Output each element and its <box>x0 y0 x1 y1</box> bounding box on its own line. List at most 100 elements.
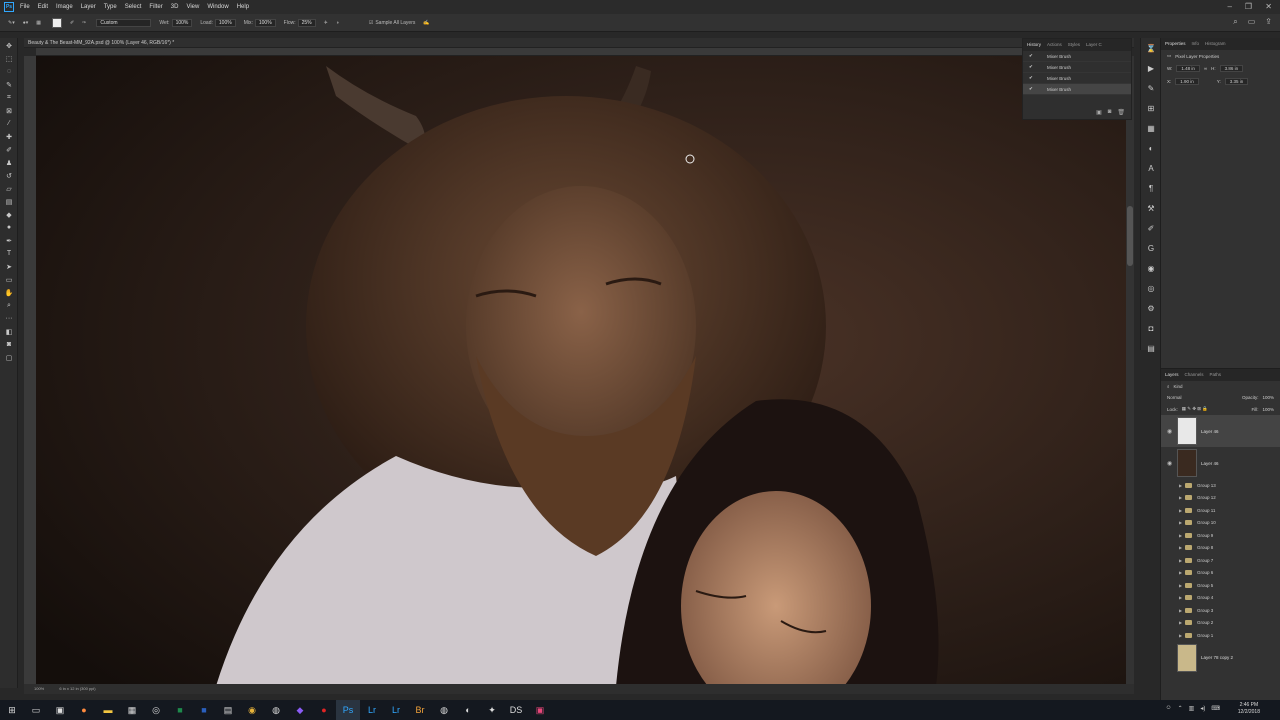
close-icon[interactable]: ✕ <box>1265 2 1272 11</box>
clock[interactable]: 2:46 PM 12/2/2018 <box>1238 702 1260 716</box>
document-tab[interactable]: Beauty & The Beast-MM_92A.psd @ 100% (La… <box>24 38 1134 48</box>
brush-settings-icon[interactable]: ✐ <box>1141 218 1161 238</box>
share-icon[interactable]: ⇪ <box>1265 17 1272 27</box>
app-icon[interactable]: ▣ <box>528 700 552 720</box>
chevron-right-icon[interactable]: ▶ <box>1179 545 1182 550</box>
preset-select[interactable]: Custom <box>94 18 152 27</box>
layer-group-row[interactable]: ▶ Group 4 <box>1161 592 1280 605</box>
lasso-tool-icon[interactable]: ◌ <box>0 66 18 77</box>
history-item-selected[interactable]: ✔ Mixer Brush <box>1023 84 1131 95</box>
bridge-icon[interactable]: Br <box>408 700 432 720</box>
layer-group-row[interactable]: ▶ Group 13 <box>1161 479 1280 492</box>
keyboard-icon[interactable]: ⌨ <box>1211 705 1220 712</box>
menu-window[interactable]: Window <box>207 4 228 10</box>
app-icon[interactable]: ◆ <box>288 700 312 720</box>
history-item[interactable]: ✔ Mixer Brush <box>1023 51 1131 62</box>
chevron-right-icon[interactable]: ▶ <box>1179 483 1182 488</box>
tab-layers[interactable]: Layers <box>1165 372 1179 378</box>
history-item[interactable]: ✔ Mixer Brush <box>1023 62 1131 73</box>
chrome-icon[interactable]: ◉ <box>240 700 264 720</box>
paragraph-icon[interactable]: ¶ <box>1141 178 1161 198</box>
brush-panel-icon[interactable]: ▦ <box>36 20 41 26</box>
character-icon[interactable]: A <box>1141 158 1161 178</box>
menu-select[interactable]: Select <box>125 4 142 10</box>
history-panel-icon[interactable]: ⌛ <box>1141 38 1161 58</box>
person-icon[interactable]: ☺ <box>1165 705 1171 712</box>
type-tool-icon[interactable]: T <box>0 248 18 259</box>
adjustments-icon[interactable]: ◐ <box>1141 138 1161 158</box>
word-icon[interactable]: ■ <box>192 700 216 720</box>
crop-tool-icon[interactable]: ⌗ <box>0 92 18 103</box>
move-tool-icon[interactable]: ✥ <box>0 40 18 51</box>
menu-view[interactable]: View <box>186 4 199 10</box>
doc-info[interactable]: 6 in x 12 in (300 ppi) <box>59 686 95 691</box>
app-icon[interactable]: ● <box>312 700 336 720</box>
menu-edit[interactable]: Edit <box>38 4 48 10</box>
photoshop-taskbar-icon[interactable]: Ps <box>336 700 360 720</box>
clone-source-icon[interactable]: ⊞ <box>1141 98 1161 118</box>
chevron-up-icon[interactable]: ⌃ <box>1178 705 1183 712</box>
link-icon[interactable]: ∞ <box>1204 66 1207 71</box>
brush-panel-icon[interactable]: ✎ <box>1141 78 1161 98</box>
chevron-right-icon[interactable]: ▶ <box>1179 495 1182 500</box>
globe-icon[interactable]: ◎ <box>1141 278 1161 298</box>
stamp-tool-icon[interactable]: ♟ <box>0 157 18 168</box>
maximize-icon[interactable]: ❐ <box>1245 2 1252 11</box>
menu-layer[interactable]: Layer <box>81 4 96 10</box>
tab-histogram[interactable]: Histogram <box>1205 41 1226 47</box>
chrome-icon[interactable]: ◎ <box>144 700 168 720</box>
layer-group-row[interactable]: ▶ Group 11 <box>1161 504 1280 517</box>
smoothing-icon[interactable]: ◑ <box>336 20 339 26</box>
lock-icons[interactable]: ▦ ✎ ✥ ⊠ 🔒 <box>1182 406 1208 412</box>
chevron-right-icon[interactable]: ▶ <box>1179 533 1182 538</box>
load-field[interactable]: Load: 100% <box>200 18 236 27</box>
menu-filter[interactable]: Filter <box>149 4 162 10</box>
brush-tool-icon[interactable]: ✐ <box>0 144 18 155</box>
history-item[interactable]: ✔ Mixer Brush <box>1023 73 1131 84</box>
healing-tool-icon[interactable]: ✚ <box>0 131 18 142</box>
file-explorer-icon[interactable]: ▬ <box>96 700 120 720</box>
layer-row-selected[interactable]: ◉ Layer 46 <box>1161 415 1280 447</box>
history-brush-tool-icon[interactable]: ↺ <box>0 170 18 181</box>
scrollbar-thumb[interactable] <box>1127 206 1133 266</box>
snapshot-icon[interactable]: ◙ <box>1108 109 1112 116</box>
chevron-right-icon[interactable]: ▶ <box>1179 620 1182 625</box>
shape-tool-icon[interactable]: ▭ <box>0 274 18 285</box>
lightroom-classic-icon[interactable]: Lr <box>384 700 408 720</box>
height-field[interactable]: 3.86 in <box>1219 65 1244 72</box>
tab-styles[interactable]: Styles <box>1068 42 1080 48</box>
quick-mask-icon[interactable]: ◙ <box>0 339 18 350</box>
sample-all-layers-checkbox[interactable]: ☑ Sample All Layers <box>369 20 416 26</box>
layer-group-row[interactable]: ▶ Group 9 <box>1161 529 1280 542</box>
windows-start-icon[interactable]: ⊞ <box>0 700 24 720</box>
zoom-tool-icon[interactable]: ⌕ <box>0 300 18 311</box>
app-icon[interactable]: ◍ <box>264 700 288 720</box>
app-icon[interactable]: DS <box>504 700 528 720</box>
wet-field[interactable]: Wet: 100% <box>159 18 193 27</box>
minimize-icon[interactable]: – <box>1228 2 1232 11</box>
chevron-right-icon[interactable]: ▶ <box>1179 608 1182 613</box>
tab-info[interactable]: Info <box>1192 41 1200 47</box>
hand-tool-icon[interactable]: ✋ <box>0 287 18 298</box>
notes-icon[interactable]: ▤ <box>1141 338 1161 358</box>
network-icon[interactable]: ▥ <box>1189 705 1195 712</box>
load-brush-icon[interactable]: ✐ <box>70 20 74 26</box>
pressure-icon[interactable]: ✍ <box>423 20 429 26</box>
chevron-right-icon[interactable]: ▶ <box>1179 558 1182 563</box>
x-field[interactable]: 1.90 in <box>1175 78 1199 85</box>
chevron-right-icon[interactable]: ▶ <box>1179 520 1182 525</box>
tab-paths[interactable]: Paths <box>1210 372 1222 378</box>
tab-history[interactable]: History <box>1027 42 1041 48</box>
new-document-icon[interactable]: ▣ <box>1096 109 1102 116</box>
camera-icon[interactable]: ◘ <box>1141 318 1161 338</box>
zoom-level[interactable]: 100% <box>34 686 44 691</box>
marquee-tool-icon[interactable]: ⬚ <box>0 53 18 64</box>
store-icon[interactable]: ▣ <box>48 700 72 720</box>
eraser-tool-icon[interactable]: ▱ <box>0 183 18 194</box>
eye-icon[interactable]: ◉ <box>1167 428 1172 435</box>
mixer-brush-tool-icon[interactable]: ✎▾ <box>8 20 15 26</box>
y-field[interactable]: 3.35 in <box>1224 78 1249 85</box>
app-icon[interactable]: ◍ <box>432 700 456 720</box>
gradient-tool-icon[interactable]: ▤ <box>0 196 18 207</box>
volume-icon[interactable]: ◂) <box>1200 705 1205 712</box>
